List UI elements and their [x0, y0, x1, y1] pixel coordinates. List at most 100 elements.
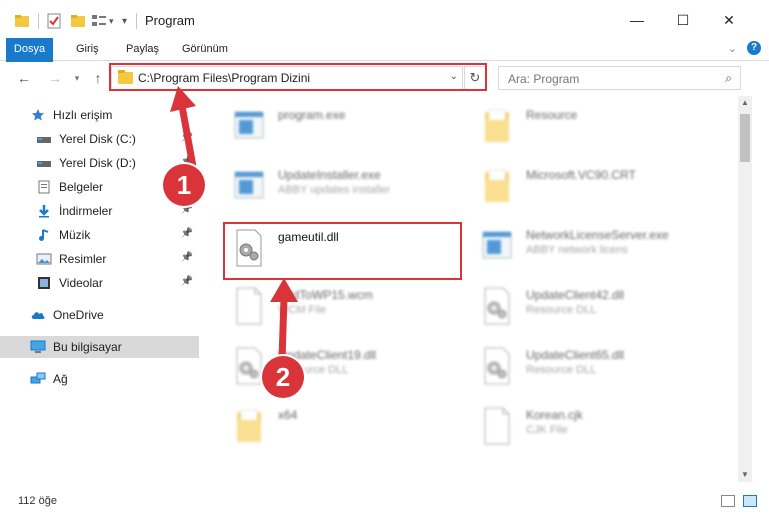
file-item[interactable]: Resource	[471, 102, 715, 152]
file-item[interactable]: NetworkLicenseServer.exe ABBY network lic…	[471, 222, 715, 272]
file-description: ABBY updates installer	[278, 184, 391, 196]
close-button[interactable]: ✕	[706, 6, 752, 34]
file-name: program.exe	[278, 108, 346, 122]
drive-icon	[36, 156, 52, 170]
file-item[interactable]: x64	[223, 402, 467, 452]
back-button[interactable]: ←	[14, 68, 34, 88]
computer-icon	[30, 340, 46, 354]
sidebar-item-label: Ağ	[53, 372, 68, 386]
file-item[interactable]: program.exe	[223, 102, 467, 152]
ribbon: Dosya Giriş Paylaş Görünüm ⌄ ?	[0, 38, 769, 88]
sidebar-item-label: OneDrive	[53, 308, 104, 322]
tab-share[interactable]: Paylaş	[118, 38, 167, 61]
file-description: ABBY network licens	[526, 244, 628, 256]
divider	[136, 13, 137, 29]
vertical-scrollbar[interactable]: ▲ ▼	[738, 96, 752, 482]
file-description: Resource DLL	[526, 364, 597, 376]
file-item[interactable]: UpdateClient65.dll Resource DLL	[471, 342, 715, 392]
forward-button[interactable]: →	[45, 68, 65, 88]
sidebar-item-i-ndirmeler[interactable]: İndirmeler 📌	[0, 200, 199, 222]
step-1-badge: 1	[163, 164, 205, 206]
dll-icon	[479, 346, 515, 386]
search-icon[interactable]: ⌕	[725, 71, 732, 86]
picture-icon	[36, 252, 52, 266]
file-icon	[479, 406, 515, 446]
drive-icon	[36, 132, 52, 146]
document-icon	[36, 180, 52, 194]
file-name: UpdateInstaller.exe	[278, 168, 381, 182]
file-description: Resource DLL	[526, 304, 597, 316]
star-icon	[30, 108, 46, 122]
search-placeholder: Ara: Program	[508, 72, 580, 86]
search-input[interactable]: Ara: Program ⌕	[498, 66, 741, 90]
tab-view[interactable]: Görünüm	[174, 38, 236, 61]
folder-icon[interactable]	[14, 12, 30, 30]
file-name: UpdateClient65.dll	[526, 348, 625, 362]
sidebar-item-label: Belgeler	[59, 180, 104, 194]
new-folder-icon[interactable]	[70, 12, 86, 30]
file-name: UpdateClient42.dll	[526, 288, 625, 302]
dll-icon	[479, 286, 515, 326]
scroll-thumb[interactable]	[740, 114, 750, 162]
file-item[interactable]: Microsoft.VC90.CRT	[471, 162, 715, 212]
exe-icon	[479, 226, 515, 266]
sidebar-item-label: Bu bilgisayar	[53, 340, 122, 354]
sidebar-item-label: Yerel Disk (D:)	[59, 156, 136, 170]
file-name: Resource	[526, 108, 578, 122]
cloud-icon	[30, 308, 46, 322]
maximize-button[interactable]: ☐	[660, 6, 706, 34]
sidebar-item-label: İndirmeler	[59, 204, 113, 218]
help-icon[interactable]: ?	[747, 41, 761, 55]
exe-icon	[231, 166, 267, 206]
pin-icon: 📌	[180, 228, 193, 239]
pin-icon: 📌	[180, 276, 193, 287]
title-bar: ▾ ▾ Program — ☐ ✕	[0, 0, 769, 38]
sidebar-item-ağ[interactable]: Ağ	[0, 368, 199, 390]
file-name: NetworkLicenseServer.exe	[526, 228, 669, 242]
file-name: x64	[278, 408, 298, 422]
folder-icon	[479, 106, 515, 146]
expand-ribbon-icon[interactable]: ⌄	[728, 42, 737, 55]
divider	[38, 13, 39, 29]
properties-icon[interactable]	[47, 12, 61, 30]
file-name: Microsoft.VC90.CRT	[526, 168, 636, 182]
window-title: Program	[145, 13, 195, 28]
folder-icon	[479, 166, 515, 206]
sidebar-item-label: Müzik	[59, 228, 91, 242]
details-view-icon[interactable]	[721, 495, 735, 507]
file-item[interactable]: UpdateClient42.dll Resource DLL	[471, 282, 715, 332]
download-icon	[36, 204, 52, 218]
network-icon	[30, 372, 46, 386]
chevron-down-icon[interactable]: ▾	[109, 16, 114, 27]
file-item[interactable]: UpdateInstaller.exe ABBY updates installe…	[223, 162, 467, 212]
sidebar-item-label: Yerel Disk (C:)	[59, 132, 136, 146]
sidebar-item-resimler[interactable]: Resimler 📌	[0, 248, 199, 270]
tab-home[interactable]: Giriş	[68, 38, 107, 61]
sidebar-item-label: Resimler	[59, 252, 107, 266]
up-button[interactable]: ↑	[88, 68, 108, 88]
sidebar-item-label: Videolar	[59, 276, 103, 290]
scroll-down-icon[interactable]: ▼	[738, 468, 752, 482]
sidebar-item-müzik[interactable]: Müzik 📌	[0, 224, 199, 246]
status-bar: 112 öğe	[0, 482, 769, 530]
exe-icon	[231, 106, 267, 146]
item-count: 112 öğe	[18, 495, 57, 507]
customize-toolbar-icon[interactable]: ▾	[122, 12, 127, 30]
music-icon	[36, 228, 52, 242]
pin-icon: 📌	[180, 252, 193, 263]
sidebar-item-videolar[interactable]: Videolar 📌	[0, 272, 199, 294]
large-icons-view-icon[interactable]	[743, 495, 757, 507]
sidebar-item-label: Hızlı erişim	[53, 108, 113, 122]
recent-locations-icon[interactable]: ▾	[67, 68, 87, 88]
folder-icon	[231, 406, 267, 446]
scroll-up-icon[interactable]: ▲	[738, 96, 752, 110]
sidebar-item-onedrive[interactable]: OneDrive	[0, 304, 199, 326]
video-icon	[36, 276, 52, 290]
file-description: CJK File	[526, 424, 568, 436]
file-item[interactable]: Korean.cjk CJK File	[471, 402, 715, 452]
view-options-icon[interactable]: ▾	[91, 12, 114, 30]
sidebar-item-bu-bilgisayar[interactable]: Bu bilgisayar	[0, 336, 199, 358]
step-2-badge: 2	[262, 356, 304, 398]
minimize-button[interactable]: —	[614, 6, 660, 34]
file-name: Korean.cjk	[526, 408, 583, 422]
